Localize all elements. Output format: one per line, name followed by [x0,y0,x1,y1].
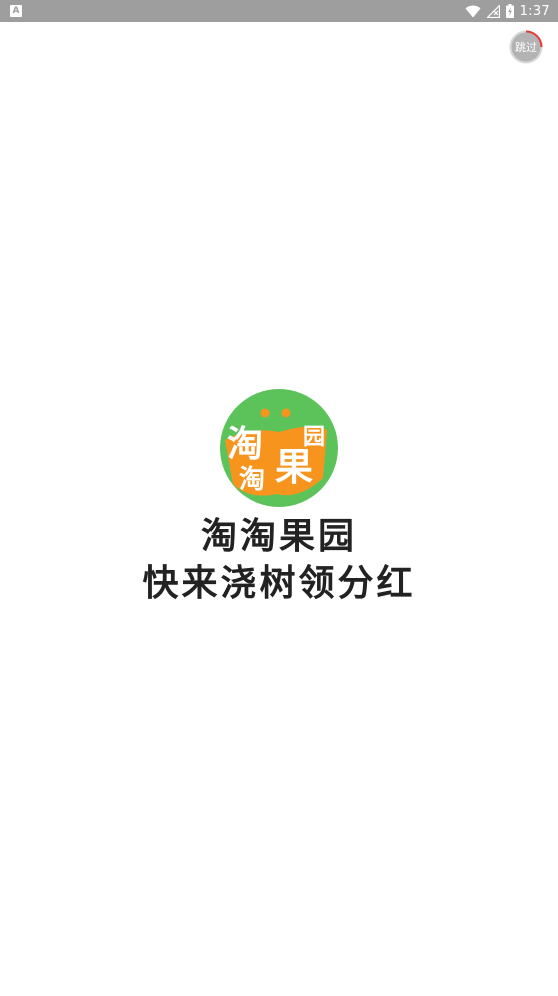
logo-char-1: 淘 [227,424,263,465]
notification-icon: A [10,5,22,17]
skip-label: 跳过 [515,41,537,54]
app-logo: 淘 淘 果 园 [219,388,339,508]
status-bar: A 1:37 [0,0,558,22]
wifi-icon [465,5,481,18]
app-tagline: 快来浇树领分红 [142,563,416,604]
logo-char-4: 园 [303,425,325,450]
app-name: 淘淘果园 [200,516,357,557]
logo-char-2: 淘 [239,465,265,495]
skip-button[interactable]: 跳过 [509,30,543,64]
status-time: 1:37 [519,3,550,19]
no-signal-icon [486,4,500,18]
battery-charging-icon [505,4,514,18]
logo-char-3: 果 [275,445,313,489]
